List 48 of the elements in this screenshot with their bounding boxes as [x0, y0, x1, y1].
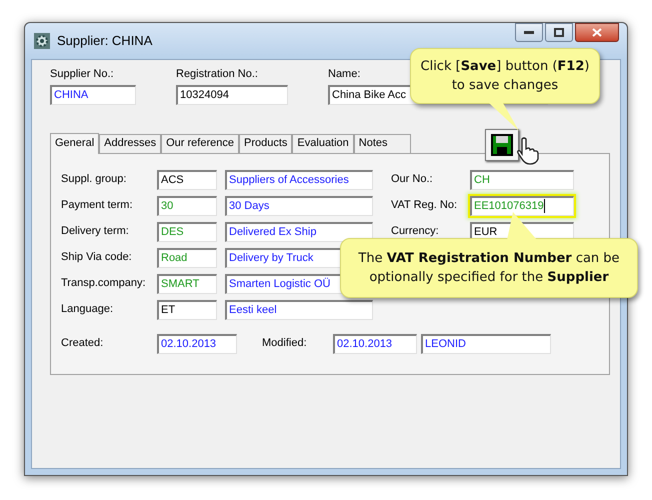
field-label: Registration No.: [176, 67, 259, 82]
field-label: Name: [328, 67, 362, 82]
gear-icon [33, 32, 51, 50]
text-field[interactable]: CHINA [50, 84, 136, 104]
field-label: Modified: [262, 336, 308, 352]
text-field[interactable]: SMART [157, 274, 217, 294]
field-label: Suppl. group: [61, 172, 128, 188]
text-field[interactable]: Suppliers of Accessories [225, 170, 373, 190]
text-field[interactable]: ET [157, 300, 217, 320]
text-field[interactable]: 30 Days [225, 196, 373, 216]
close-icon [592, 28, 602, 37]
maximize-icon [554, 28, 564, 37]
field-label: Payment term: [61, 198, 134, 214]
text-field[interactable]: 30 [157, 196, 217, 216]
tab[interactable]: General [50, 132, 100, 154]
save-button[interactable] [484, 128, 519, 160]
text-field[interactable]: 02.10.2013 [333, 334, 417, 354]
tab[interactable]: Addresses [99, 134, 162, 152]
field-label: Ship Via code: [61, 250, 133, 266]
field-label: Supplier No.: [50, 67, 115, 82]
text-cursor-icon [544, 199, 545, 213]
tab[interactable]: Products [239, 134, 292, 152]
minimize-button[interactable] [515, 23, 543, 42]
minimize-icon [524, 30, 534, 34]
text-field[interactable]: 10324094 [176, 84, 288, 104]
text-field[interactable]: DES [157, 222, 217, 242]
field-label: Language: [61, 302, 114, 318]
tab[interactable]: Notes [354, 134, 411, 152]
text-field[interactable]: EE101076319 [470, 196, 574, 216]
text-field[interactable]: Delivered Ex Ship [225, 222, 373, 242]
field-label: Currency: [391, 224, 440, 240]
field-label: Created: [61, 336, 104, 352]
text-field[interactable]: ACS [157, 170, 217, 190]
callout-text: Click [Save] button (F12) to save changes [420, 58, 590, 95]
field-label: Delivery term: [61, 224, 130, 240]
text-field[interactable]: LEONID [421, 334, 551, 354]
field-label: Transp.company: [61, 276, 147, 292]
text-field[interactable]: Eesti keel [225, 300, 373, 320]
field-label: Our No.: [391, 172, 434, 188]
text-field[interactable]: Road [157, 248, 217, 268]
text-field[interactable]: CH [470, 170, 574, 190]
tab[interactable]: Evaluation [292, 134, 354, 152]
window-title: Supplier: CHINA [57, 32, 152, 50]
tab[interactable]: Our reference [161, 134, 239, 152]
maximize-button[interactable] [545, 23, 573, 42]
close-button[interactable] [575, 23, 619, 42]
text-field[interactable]: 02.10.2013 [157, 334, 237, 354]
field-label: VAT Reg. No: [391, 198, 458, 214]
